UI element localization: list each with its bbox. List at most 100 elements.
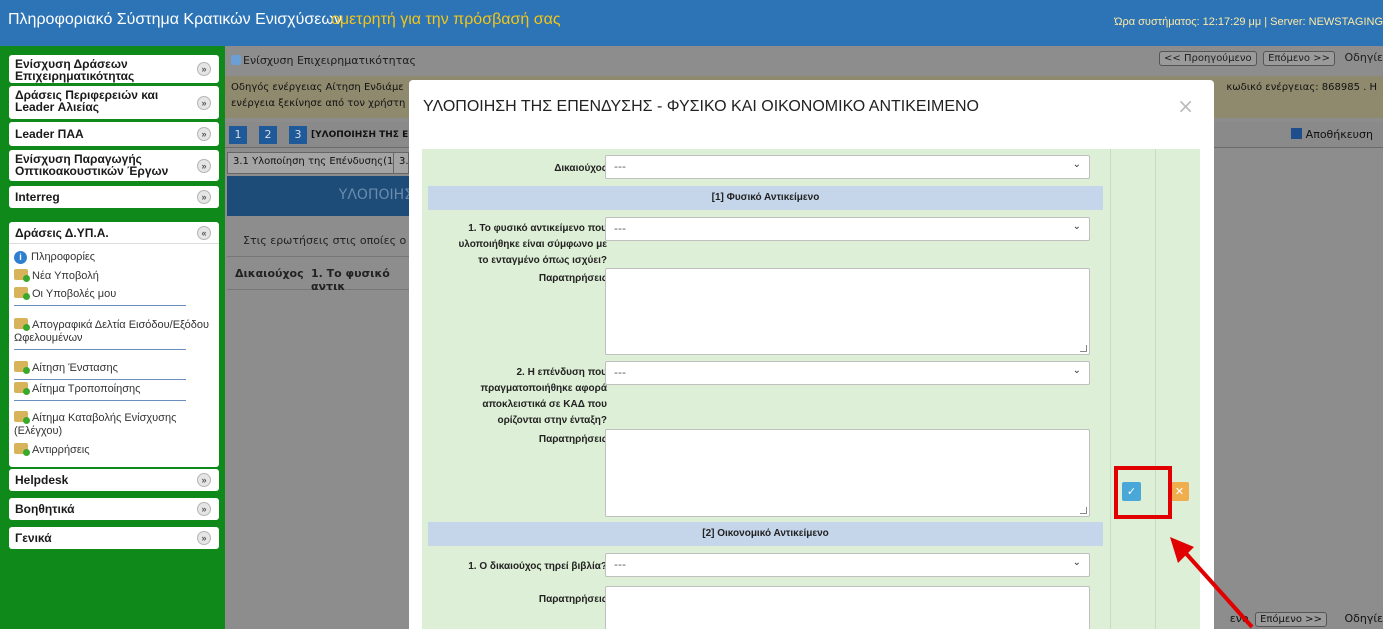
chevron-down-icon[interactable]: »: [197, 158, 211, 173]
bottom-next-button[interactable]: Επόμενο >>: [1255, 612, 1327, 627]
sidebar-group-interreg[interactable]: Interreg »: [9, 186, 219, 208]
col-physical-object: 1. Το φυσικό αντικ: [311, 267, 390, 293]
sidebar-group-audiovisual[interactable]: Ενίσχυση Παραγωγής Οπτικοακουστικών Έργω…: [9, 150, 219, 181]
top-header: Πληροφοριακό Σύστημα Κρατικών Ενισχύσεων…: [0, 0, 1383, 46]
sidebar-group-dypa: Δράσεις Δ.ΥΠ.Α. « i Πληροφορίες Νέα Υποβολ…: [9, 222, 219, 467]
sidebar-item-my-submissions[interactable]: Οι Υποβολές μου: [14, 287, 214, 301]
chevron-down-icon: ⌄: [1072, 159, 1081, 170]
resize-grip[interactable]: [1080, 507, 1087, 514]
q3-remarks-textarea[interactable]: [605, 586, 1090, 629]
col-beneficiary: Δικαιούχος: [235, 267, 304, 280]
folder-icon: [14, 287, 30, 300]
folder-icon: [14, 361, 30, 374]
modal-title: ΥΛΟΠΟΙΗΣΗ ΤΗΣ ΕΠΕΝΔΥΣΗΣ - ΦΥΣΙΚΟ ΚΑΙ ΟΙΚ…: [423, 98, 979, 115]
select-value: ---: [614, 366, 626, 379]
notice-code: κωδικό ενέργειας: 868985 . Η: [1226, 82, 1377, 93]
select-value: ---: [614, 222, 626, 235]
sidebar-item-registration-forms[interactable]: Απογραφικά Δελτία Εισόδου/Εξόδου Ωφελουμ…: [14, 318, 214, 345]
q3-select[interactable]: --- ⌄: [605, 553, 1090, 577]
sidebar-group-helpdesk[interactable]: Helpdesk »: [9, 469, 219, 491]
annotation-highlight-box: [1114, 466, 1172, 519]
sidebar-item-new-submission[interactable]: Νέα Υποβολή: [14, 269, 214, 283]
page-title-text: Ενίσχυση Επιχειρηματικότητας: [243, 54, 416, 67]
sidebar-item-label: Οι Υποβολές μου: [32, 288, 117, 300]
sidebar-item-payment-request[interactable]: Αίτημα Καταβολής Ενίσχυσης (Ελέγχου): [14, 411, 214, 438]
sidebar-group-auxiliary[interactable]: Βοηθητικά »: [9, 498, 219, 520]
tab-implementation[interactable]: 3.1 Υλοποίηση της Επένδυσης(1): [227, 152, 404, 174]
sidebar-item-info[interactable]: i Πληροφορίες: [14, 251, 214, 264]
chevron-down-icon: ⌄: [1072, 557, 1081, 568]
info-icon: i: [14, 251, 27, 264]
sidebar-group-head[interactable]: Δράσεις Δ.ΥΠ.Α. «: [9, 222, 219, 244]
save-icon: [1290, 128, 1302, 139]
sidebar-group-label: Δράσεις Δ.ΥΠ.Α.: [15, 226, 109, 240]
chevron-down-icon[interactable]: »: [197, 502, 211, 516]
chevron-up-icon[interactable]: «: [197, 225, 211, 240]
close-icon[interactable]: ×: [1177, 94, 1194, 118]
q1-remarks-textarea[interactable]: [605, 268, 1090, 355]
sidebar-item-modification[interactable]: Αίτημα Τροποποίησης: [14, 382, 214, 396]
step-2[interactable]: 2: [259, 126, 277, 144]
sidebar-item-objections[interactable]: Αντιρρήσεις: [14, 443, 214, 457]
table-header: Δικαιούχος 1. Το φυσικό αντικ: [227, 256, 417, 293]
sidebar-item-label: Αίτημα Τροποποίησης: [32, 383, 141, 395]
chevron-down-icon: ⌄: [1072, 221, 1081, 232]
beneficiary-select[interactable]: --- ⌄: [605, 155, 1090, 179]
chevron-down-icon[interactable]: »: [197, 531, 211, 545]
cancel-row-button[interactable]: ✕: [1170, 482, 1189, 501]
sidebar-group-label: Γενικά: [15, 531, 52, 545]
sidebar-group-label: Helpdesk: [15, 473, 69, 487]
section-physical-object: [1] Φυσικό Αντικείμενο: [428, 186, 1103, 210]
save-label: Αποθήκευση: [1305, 128, 1373, 141]
sidebar-group-label: Ενίσχυση Δράσεων Επιχειρηματικότητας: [15, 57, 135, 83]
sidebar-group-label: Δράσεις Περιφερειών και Leader Αλιείας: [15, 88, 159, 114]
close-icon: ✕: [1174, 485, 1185, 498]
q2-label: 2. Η επένδυση που πραγματοποιήθηκε αφορά…: [480, 367, 607, 426]
q2-remarks-label: Παρατηρήσεις: [538, 434, 607, 445]
chevron-down-icon[interactable]: »: [197, 473, 211, 487]
divider: [14, 305, 186, 306]
folder-icon: [14, 443, 30, 456]
folder-icon: [14, 269, 30, 282]
q2-select[interactable]: --- ⌄: [605, 361, 1090, 385]
sidebar-group-entrepreneurship[interactable]: Ενίσχυση Δράσεων Επιχειρηματικότητας »: [9, 55, 219, 83]
bottom-help-link[interactable]: Οδηγίε: [1344, 612, 1383, 625]
folder-icon: [14, 411, 30, 424]
beneficiary-label: Δικαιούχος: [554, 163, 607, 174]
folder-icon: [14, 382, 30, 395]
sidebar-item-label: Αίτημα Καταβολής Ενίσχυσης (Ελέγχου): [14, 412, 177, 437]
chevron-down-icon[interactable]: »: [197, 190, 211, 204]
q1-label: 1. Το φυσικό αντικείμενο που υλοποιήθηκε…: [458, 223, 607, 266]
folder-icon: [14, 318, 30, 331]
chevron-down-icon[interactable]: »: [197, 127, 211, 141]
app-title: Πληροφοριακό Σύστημα Κρατικών Ενισχύσεων: [8, 11, 342, 28]
sidebar-group-label: Βοηθητικά: [15, 502, 75, 516]
sidebar-item-objection[interactable]: Αίτηση Ένστασης: [14, 361, 214, 375]
step-3[interactable]: 3: [289, 126, 307, 144]
tab-next[interactable]: 3.: [393, 152, 409, 174]
prev-button[interactable]: << Προηγούμενο: [1159, 51, 1257, 66]
q1-select[interactable]: --- ⌄: [605, 217, 1090, 241]
section-banner: ΥΛΟΠΟΙΗΣ: [227, 176, 417, 216]
sidebar-item-label: Νέα Υποβολή: [32, 270, 99, 282]
resize-grip[interactable]: [1080, 345, 1087, 352]
sidebar-item-label: Απογραφικά Δελτία Εισόδου/Εξόδου Ωφελουμ…: [14, 319, 210, 344]
help-link[interactable]: Οδηγίε: [1344, 51, 1383, 64]
q2-remarks-textarea[interactable]: [605, 429, 1090, 517]
divider: [14, 379, 186, 380]
column-divider: [1155, 149, 1156, 629]
sidebar-group-label: Ενίσχυση Παραγωγής Οπτικοακουστικών Έργω…: [15, 152, 169, 178]
sidebar-group-leader[interactable]: Leader ΠΑΑ »: [9, 122, 219, 146]
sidebar-group-general[interactable]: Γενικά »: [9, 527, 219, 549]
toolbar: << Προηγούμενο Επόμενο >> Οδηγίε: [1156, 51, 1383, 66]
chevron-down-icon[interactable]: »: [197, 95, 211, 110]
divider: [14, 400, 186, 401]
step-title: [ΥΛΟΠΟΙΗΣΗ ΤΗΣ Ε: [311, 130, 409, 140]
divider: [14, 349, 186, 350]
sidebar-group-regions[interactable]: Δράσεις Περιφερειών και Leader Αλιείας »: [9, 86, 219, 119]
chevron-down-icon[interactable]: »: [197, 62, 211, 76]
save-button[interactable]: Αποθήκευση: [1290, 128, 1373, 141]
next-button[interactable]: Επόμενο >>: [1263, 51, 1335, 66]
step-1[interactable]: 1: [229, 126, 247, 144]
sidebar-item-label: Αίτηση Ένστασης: [32, 362, 118, 374]
